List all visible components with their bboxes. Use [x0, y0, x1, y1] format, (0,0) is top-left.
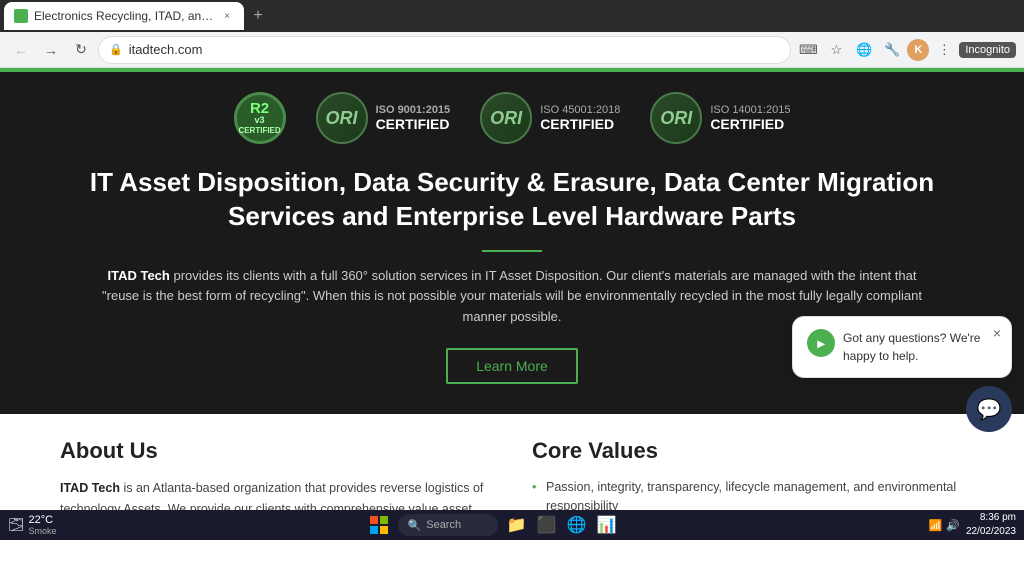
chat-logo: ▸	[807, 329, 835, 357]
chat-bubble: × ▸ Got any questions? We're happy to he…	[792, 316, 1012, 378]
chat-fab-button[interactable]: 💬	[966, 386, 1012, 432]
cert-badge-iso14001: ORI ISO 14001:2015 CERTIFIED	[650, 92, 790, 144]
windows-logo	[370, 516, 388, 534]
hero-title: IT Asset Disposition, Data Security & Er…	[60, 166, 964, 234]
about-section: About Us ITAD Tech is an Atlanta-based o…	[60, 438, 492, 510]
new-tab-button[interactable]: +	[244, 2, 272, 30]
weather-info: 22°C Smoke	[29, 514, 57, 536]
weather-widget: 🌫 22°C Smoke	[8, 514, 57, 536]
taskbar-file-explorer[interactable]: 📁	[506, 514, 528, 536]
system-clock: 8:36 pm 22/02/2023	[966, 511, 1016, 539]
core-values-list: Passion, integrity, transparency, lifecy…	[532, 478, 964, 510]
taskbar-search[interactable]: 🔍 Search	[398, 514, 498, 536]
weather-icon: 🌫	[8, 517, 25, 533]
r2-logo: R2 v3 CERTIFIED	[234, 92, 286, 144]
ori-logo-45001: ORI	[480, 92, 532, 144]
iso-9001-label: ISO 9001:2015	[376, 104, 451, 116]
cert-badge-iso9001: ORI ISO 9001:2015 CERTIFIED	[316, 92, 451, 144]
clock-date: 22/02/2023	[966, 525, 1016, 539]
r2-version: v3	[255, 116, 265, 125]
forward-button[interactable]: →	[38, 37, 64, 63]
core-value-1: Passion, integrity, transparency, lifecy…	[532, 478, 964, 510]
iso-14001-label: ISO 14001:2015	[710, 104, 790, 116]
taskbar: 🌫 22°C Smoke 🔍 Search 📁 ⬛ 🌐 📊 📶 🔊 8:36 p…	[0, 510, 1024, 540]
core-values-title: Core Values	[532, 438, 964, 464]
lock-icon: 🔒	[109, 43, 123, 56]
r2-cert-label: CERTIFIED	[238, 127, 280, 135]
iso-45001-label: ISO 45001:2018	[540, 104, 620, 116]
translate-icon[interactable]: 🌐	[851, 37, 877, 63]
keyboard-shortcut-icon[interactable]: ⌨	[795, 37, 821, 63]
iso-14001-certified: CERTIFIED	[710, 116, 790, 132]
extension-icon[interactable]: 🔧	[879, 37, 905, 63]
cert-text-9001: ISO 9001:2015 CERTIFIED	[376, 104, 451, 132]
taskbar-app[interactable]: 📊	[596, 514, 618, 536]
weather-condition: Smoke	[29, 526, 57, 536]
clock-time: 8:36 pm	[966, 511, 1016, 525]
active-tab[interactable]: Electronics Recycling, ITAD, and ... ×	[4, 2, 244, 30]
tab-favicon	[14, 9, 28, 23]
search-placeholder: Search	[426, 519, 461, 531]
cert-badge-iso45001: ORI ISO 45001:2018 CERTIFIED	[480, 92, 620, 144]
iso-45001-certified: CERTIFIED	[540, 116, 620, 132]
chat-close-button[interactable]: ×	[993, 325, 1001, 341]
refresh-button[interactable]: ↻	[68, 37, 94, 63]
address-bar[interactable]: 🔒 itadtech.com	[98, 36, 791, 64]
more-menu-button[interactable]: ⋮	[931, 37, 957, 63]
hero-title-underline	[482, 250, 542, 252]
hero-desc-brand: ITAD Tech	[108, 268, 170, 283]
cert-text-45001: ISO 45001:2018 CERTIFIED	[540, 104, 620, 132]
back-button[interactable]: ←	[8, 37, 34, 63]
tab-close-button[interactable]: ×	[220, 9, 234, 23]
chat-widget: × ▸ Got any questions? We're happy to he…	[792, 316, 1012, 432]
nav-bar: ← → ↻ 🔒 itadtech.com ⌨ ☆ 🌐 🔧 K ⋮ Incogni…	[0, 32, 1024, 68]
tab-bar: Electronics Recycling, ITAD, and ... × +	[0, 0, 1024, 32]
about-brand: ITAD Tech	[60, 481, 120, 495]
wifi-icon: 📶	[929, 519, 943, 532]
about-title: About Us	[60, 438, 492, 464]
taskbar-terminal[interactable]: ⬛	[536, 514, 558, 536]
ori-logo-9001: ORI	[316, 92, 368, 144]
taskbar-right: 📶 🔊 8:36 pm 22/02/2023	[929, 511, 1016, 539]
chat-message: Got any questions? We're happy to help.	[843, 329, 997, 365]
learn-more-button[interactable]: Learn More	[446, 348, 578, 384]
ori-logo-14001: ORI	[650, 92, 702, 144]
bookmark-icon[interactable]: ☆	[823, 37, 849, 63]
cert-badge-r2: R2 v3 CERTIFIED	[234, 92, 286, 144]
tab-title: Electronics Recycling, ITAD, and ...	[34, 9, 214, 23]
chat-content: ▸ Got any questions? We're happy to help…	[807, 329, 997, 365]
cert-text-14001: ISO 14001:2015 CERTIFIED	[710, 104, 790, 132]
profile-button[interactable]: K	[907, 39, 929, 61]
start-button[interactable]	[368, 514, 390, 536]
about-text: ITAD Tech is an Atlanta-based organizati…	[60, 478, 492, 510]
nav-actions: ⌨ ☆ 🌐 🔧 K ⋮ Incognito	[795, 37, 1016, 63]
r2-text: R2	[250, 101, 269, 116]
core-values-section: Core Values Passion, integrity, transpar…	[532, 438, 964, 510]
taskbar-chrome[interactable]: 🌐	[566, 514, 588, 536]
incognito-badge: Incognito	[959, 42, 1016, 58]
weather-temp: 22°C	[29, 514, 57, 526]
about-body: is an Atlanta-based organization that pr…	[60, 481, 483, 510]
taskbar-center: 🔍 Search 📁 ⬛ 🌐 📊	[63, 514, 923, 536]
website-content: R2 v3 CERTIFIED ORI ISO 9001:2015 CERTIF…	[0, 68, 1024, 510]
volume-icon: 🔊	[946, 519, 960, 532]
url-text: itadtech.com	[129, 42, 203, 57]
iso-9001-certified: CERTIFIED	[376, 116, 451, 132]
certifications-row: R2 v3 CERTIFIED ORI ISO 9001:2015 CERTIF…	[60, 92, 964, 144]
tray-icons: 📶 🔊	[929, 519, 960, 532]
search-icon: 🔍	[408, 519, 422, 532]
